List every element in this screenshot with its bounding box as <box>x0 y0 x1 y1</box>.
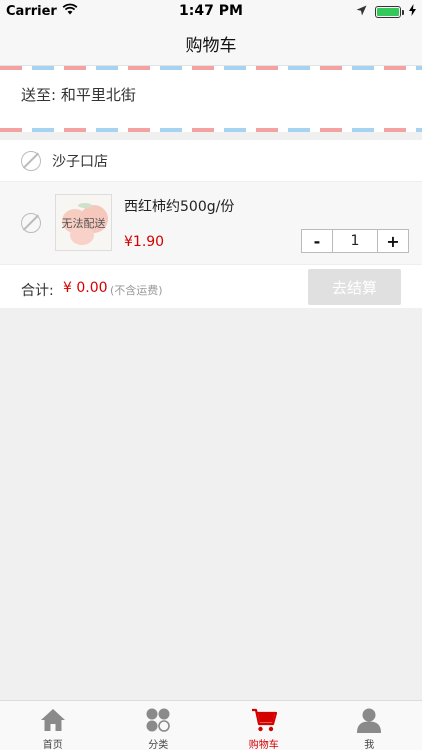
charging-bolt-icon <box>409 4 416 20</box>
tab-me[interactable]: 我 <box>317 701 422 750</box>
airmail-border-top <box>0 66 422 70</box>
status-bar: Carrier 1:47 PM <box>0 0 422 22</box>
quantity-stepper: - 1 + <box>301 229 409 253</box>
product-name[interactable]: 西红柿约500g/份 <box>124 196 234 216</box>
page-title: 购物车 <box>185 36 237 56</box>
tab-category[interactable]: 分类 <box>106 701 212 750</box>
delivery-address-text: 送至: 和平里北街 <box>21 86 136 104</box>
shipping-note: (不含运费) <box>110 284 163 297</box>
decrease-quantity-button[interactable]: - <box>302 230 332 252</box>
product-thumbnail[interactable]: 无法配送 <box>55 194 112 251</box>
total-label: 合计: <box>21 283 54 299</box>
unavailable-overlay: 无法配送 <box>56 195 111 250</box>
tab-cart[interactable]: 购物车 <box>211 701 317 750</box>
tab-home-label: 首页 <box>42 740 63 750</box>
product-price: ¥1.90 <box>124 234 165 250</box>
cart-item: 无法配送 西红柿约500g/份 ¥1.90 - 1 + <box>0 182 422 264</box>
tab-bar: 首页 分类 购物车 我 <box>0 700 422 750</box>
status-right <box>356 4 416 20</box>
checkout-button[interactable]: 去结算 <box>308 269 401 305</box>
delivery-address-card[interactable]: 送至: 和平里北街 <box>0 66 422 132</box>
location-arrow-icon <box>356 5 367 20</box>
navigation-bar: 购物车 <box>0 22 422 66</box>
tab-home[interactable]: 首页 <box>0 701 106 750</box>
cart-summary: 合计: ¥ 0.00 (不含运费) 去结算 <box>0 264 422 308</box>
cart-icon <box>251 707 277 733</box>
store-select-disabled-icon[interactable] <box>21 150 41 171</box>
tab-me-label: 我 <box>364 740 375 750</box>
user-icon <box>356 707 382 733</box>
tab-cart-label: 购物车 <box>248 740 279 750</box>
total-amount: ¥ 0.00 <box>63 280 108 296</box>
increase-quantity-button[interactable]: + <box>378 230 408 252</box>
store-row: 沙子口店 <box>0 140 422 182</box>
store-name: 沙子口店 <box>52 153 108 170</box>
airmail-border-bottom <box>0 128 422 132</box>
tab-category-label: 分类 <box>148 740 169 750</box>
item-select-disabled-icon[interactable] <box>21 213 41 233</box>
category-icon <box>145 707 171 733</box>
battery-icon <box>375 6 404 18</box>
home-icon <box>40 707 66 733</box>
quantity-value[interactable]: 1 <box>332 230 378 252</box>
